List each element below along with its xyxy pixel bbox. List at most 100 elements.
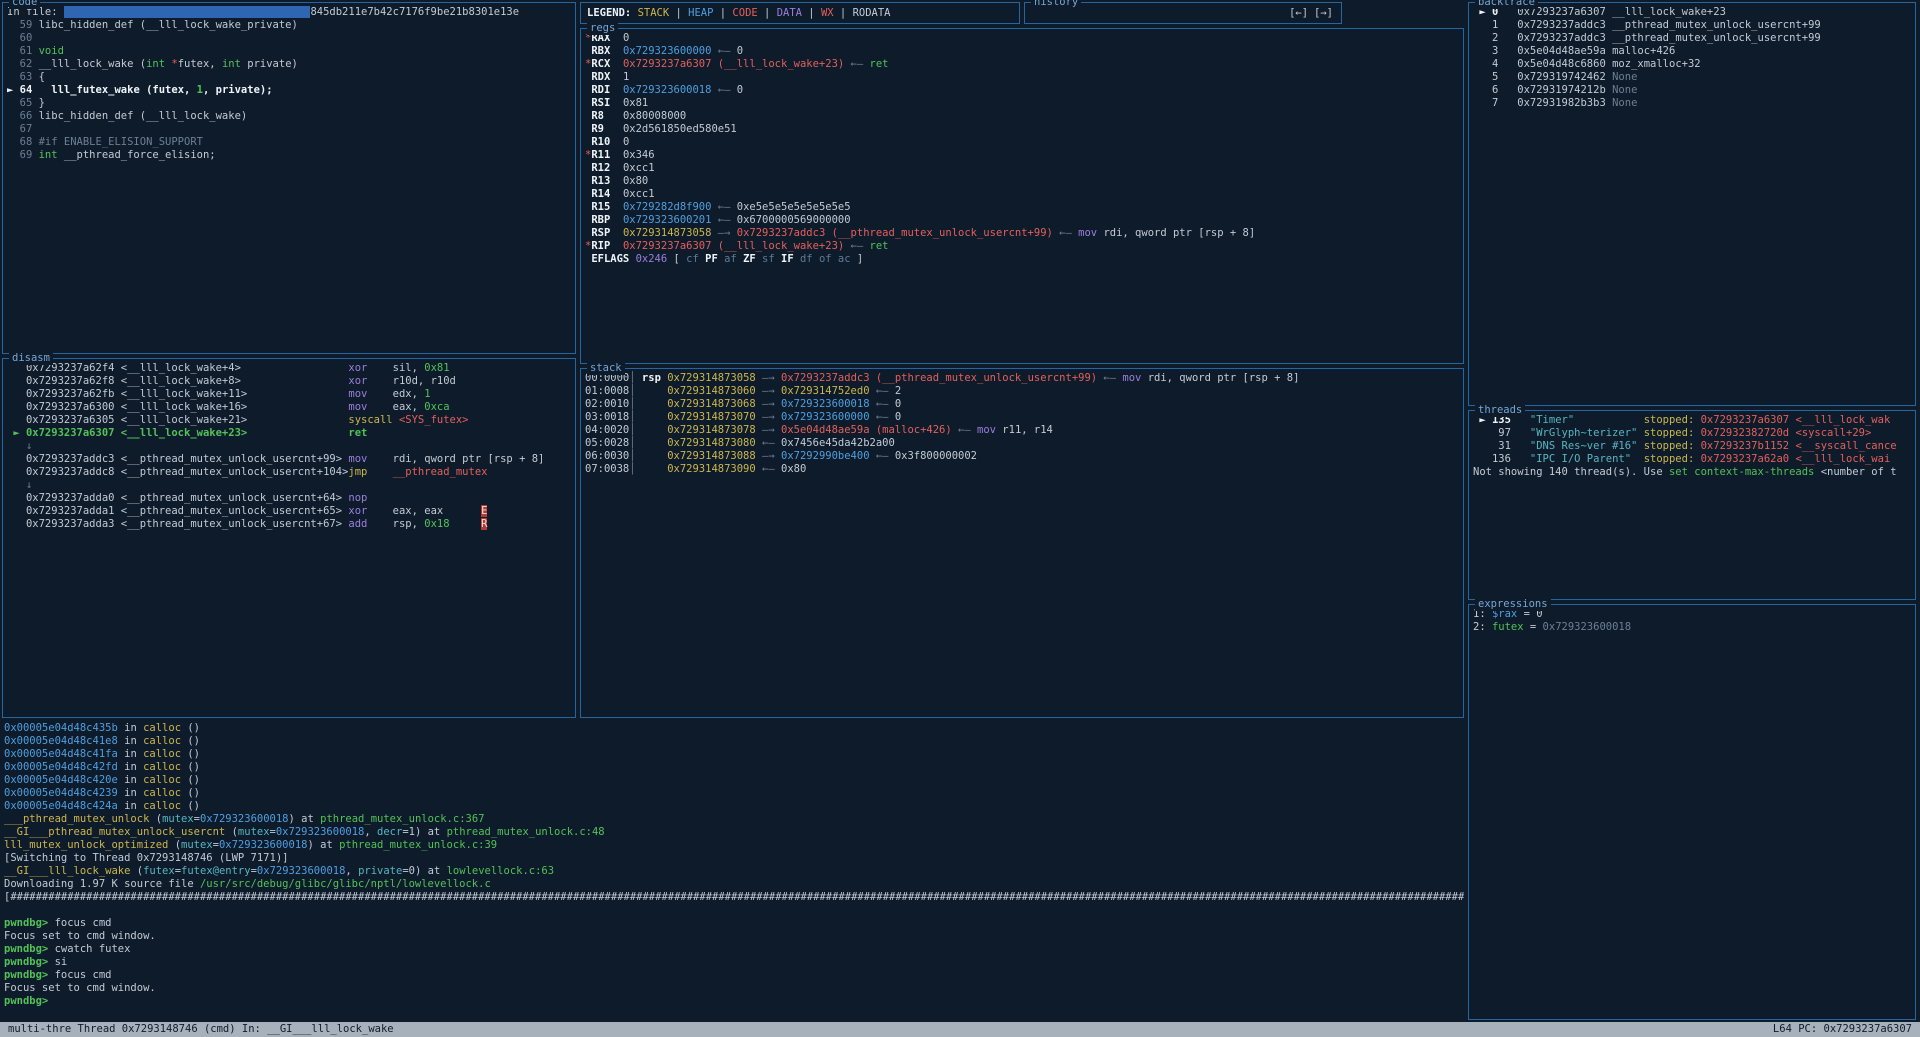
disassembly-view: 0x7293237a62f4 <__lll_lock_wake+4> xor s… [3, 359, 575, 717]
register-line: RDI 0x729323600018 ←— 0 [585, 84, 1459, 97]
output-line: 0x00005e04d48c41e8 in calloc () [4, 735, 1464, 748]
disassembly-line: 0x7293237adda0 <__pthread_mutex_unlock_u… [7, 492, 571, 505]
disassembly-line: 0x7293237a62f4 <__lll_lock_wake+4> xor s… [7, 362, 571, 375]
register-line: R13 0x80 [585, 175, 1459, 188]
disassembly-line: 0x7293237adda3 <__pthread_mutex_unlock_u… [7, 518, 571, 531]
backtrace-frame: 2 0x7293237addc3 __pthread_mutex_unlock_… [1473, 32, 1911, 45]
source-line: 67 [7, 123, 571, 136]
register-line: *RIP 0x7293237a6307 (__lll_lock_wake+23)… [585, 240, 1459, 253]
output-line: 0x00005e04d48c42fd in calloc () [4, 761, 1464, 774]
source-line: 62 __lll_lock_wake (int *futex, int priv… [7, 58, 571, 71]
register-line: *RAX 0 [585, 32, 1459, 45]
backtrace-frame: 3 0x5e04d48ae59a malloc+426 [1473, 45, 1911, 58]
expression-line: 2: futex = 0x729323600018 [1473, 621, 1911, 634]
register-line: R12 0xcc1 [585, 162, 1459, 175]
backtrace-panel: backtrace ► 0 0x7293237a6307 __lll_lock_… [1468, 2, 1916, 406]
register-line: *R11 0x346 [585, 149, 1459, 162]
stack-line: 06:0030│ 0x729314873088 —→ 0x7292990be40… [585, 450, 1459, 463]
register-line: R9 0x2d561850ed580e51 [585, 123, 1459, 136]
thread-line: 136 "IPC I/O Parent" stopped: 0x7293237a… [1473, 453, 1911, 466]
stack-view: 00:0000│ rsp 0x729314873058 —→ 0x7293237… [581, 369, 1463, 717]
thread-line: 31 "DNS Res~ver #16" stopped: 0x7293237b… [1473, 440, 1911, 453]
register-line: R8 0x80008000 [585, 110, 1459, 123]
stack-line: 07:0038│ 0x729314873090 ←— 0x80 [585, 463, 1459, 476]
stack-line: 05:0028│ 0x729314873080 ←— 0x7456e45da42… [585, 437, 1459, 450]
stack-line: 04:0020│ 0x729314873078 —→ 0x5e04d48ae59… [585, 424, 1459, 437]
thread-line: ► 135 "Timer" stopped: 0x7293237a6307 <_… [1473, 414, 1911, 427]
register-line: RSP 0x729314873058 —→ 0x7293237addc3 (__… [585, 227, 1459, 240]
legend-line: LEGEND: STACK | HEAP | CODE | DATA | WX … [581, 3, 1019, 24]
stack-line: 03:0018│ 0x729314873070 —→ 0x72932360000… [585, 411, 1459, 424]
expressions-view: 1: $rax = 02: futex = 0x729323600018 [1469, 605, 1915, 1019]
output-line: pwndbg> focus cmd [4, 969, 1464, 982]
backtrace-frame: 6 0x72931974212b None [1473, 84, 1911, 97]
register-line: R15 0x729282d8f900 ←— 0xe5e5e5e5e5e5e5e5 [585, 201, 1459, 214]
thread-line: 97 "WrGlyph~terizer" stopped: 0x72932382… [1473, 427, 1911, 440]
source-line: 60 [7, 32, 571, 45]
stack-line: 00:0000│ rsp 0x729314873058 —→ 0x7293237… [585, 372, 1459, 385]
output-line: pwndbg> cwatch futex [4, 943, 1464, 956]
source-line: In file: 845db211e7b42c7176f9be21b8301e1… [7, 6, 571, 19]
disassembly-line: 0x7293237a6300 <__lll_lock_wake+16> mov … [7, 401, 571, 414]
register-line: RBX 0x729323600000 ←— 0 [585, 45, 1459, 58]
register-line: *RCX 0x7293237a6307 (__lll_lock_wake+23)… [585, 58, 1459, 71]
output-line: 0x00005e04d48c41fa in calloc () [4, 748, 1464, 761]
output-line: Focus set to cmd window. [4, 982, 1464, 995]
legend-panel: LEGEND: STACK | HEAP | CODE | DATA | WX … [580, 2, 1020, 24]
disassembly-line: 0x7293237a62fb <__lll_lock_wake+11> mov … [7, 388, 571, 401]
source-line: 69 int __pthread_force_elision; [7, 149, 571, 162]
backtrace-frame: ► 0 0x7293237a6307 __lll_lock_wake+23 [1473, 6, 1911, 19]
registers-panel-title: regs [587, 22, 618, 35]
backtrace-panel-title: backtrace [1475, 0, 1538, 9]
output-line: 0x00005e04d48c4239 in calloc () [4, 787, 1464, 800]
register-line: RSI 0x81 [585, 97, 1459, 110]
thread-line: Not showing 140 thread(s). Use set conte… [1473, 466, 1911, 479]
backtrace-frame: 7 0x72931982b3b3 None [1473, 97, 1911, 110]
output-line: pwndbg> si [4, 956, 1464, 969]
output-line: ___pthread_mutex_unlock (mutex=0x7293236… [4, 813, 1464, 826]
backtrace-frame: 1 0x7293237addc3 __pthread_mutex_unlock_… [1473, 19, 1911, 32]
output-line: Focus set to cmd window. [4, 930, 1464, 943]
history-back-button[interactable]: [←] [1289, 7, 1308, 20]
stack-line: 02:0010│ 0x729314873068 —→ 0x72932360001… [585, 398, 1459, 411]
register-line: RBP 0x729323600201 ←— 0x6700000569000000 [585, 214, 1459, 227]
output-line: [Switching to Thread 0x7293148746 (LWP 7… [4, 852, 1464, 865]
output-line [4, 904, 1464, 917]
output-line: Downloading 1.97 K source file /usr/src/… [4, 878, 1464, 891]
disassembly-line: ► 0x7293237a6307 <__lll_lock_wake+23> re… [7, 427, 571, 440]
disassembly-line: 0x7293237a62f8 <__lll_lock_wake+8> xor r… [7, 375, 571, 388]
output-line: __GI___lll_lock_wake (futex=futex@entry=… [4, 865, 1464, 878]
history-panel-title: history [1031, 0, 1081, 9]
disassembly-line: 0x7293237a6305 <__lll_lock_wake+21> sysc… [7, 414, 571, 427]
status-bar-left: multi-thre Thread 0x7293148746 (cmd) In:… [8, 1022, 394, 1037]
history-forward-button[interactable]: [→] [1314, 7, 1333, 20]
backtrace-view: ► 0 0x7293237a6307 __lll_lock_wake+23 1 … [1469, 3, 1915, 405]
output-line: 0x00005e04d48c420e in calloc () [4, 774, 1464, 787]
disassembly-line: ↓ [7, 479, 571, 492]
output-line: 0x00005e04d48c435b in calloc () [4, 722, 1464, 735]
code-panel: code In file: 845db211e7b42c7176f9be21b8… [2, 2, 576, 354]
backtrace-frame: 4 0x5e04d48c6860 moz_xmalloc+32 [1473, 58, 1911, 71]
status-bar-right: L64 PC: 0x7293237a6307 [1773, 1022, 1912, 1037]
gdb-output: 0x00005e04d48c435b in calloc ()0x00005e0… [4, 722, 1464, 1020]
expressions-panel-title: expressions [1475, 598, 1551, 611]
source-line: 65 } [7, 97, 571, 110]
registers-view: *RAX 0 RBX 0x729323600000 ←— 0*RCX 0x729… [581, 29, 1463, 363]
source-line: 63 { [7, 71, 571, 84]
output-line: [#######################################… [4, 891, 1464, 904]
disassembly-panel-title: disasm [9, 352, 53, 365]
source-line: 68 #if ENABLE_ELISION_SUPPORT [7, 136, 571, 149]
output-line: __GI___pthread_mutex_unlock_usercnt (mut… [4, 826, 1464, 839]
disassembly-panel: disasm 0x7293237a62f4 <__lll_lock_wake+4… [2, 358, 576, 718]
pwndbg-terminal: code In file: 845db211e7b42c7176f9be21b8… [0, 0, 1920, 1037]
source-code-view: In file: 845db211e7b42c7176f9be21b8301e1… [3, 3, 575, 353]
source-line: 59 libc_hidden_def (__lll_lock_wake_priv… [7, 19, 571, 32]
register-line: R10 0 [585, 136, 1459, 149]
register-line: RDX 1 [585, 71, 1459, 84]
expressions-panel: expressions 1: $rax = 02: futex = 0x7293… [1468, 604, 1916, 1020]
disassembly-line: ↓ [7, 440, 571, 453]
history-panel: history [←] [→] [1024, 2, 1342, 24]
register-line: EFLAGS 0x246 [ cf PF af ZF sf IF df of a… [585, 253, 1459, 266]
output-line: pwndbg> focus cmd [4, 917, 1464, 930]
command-prompt[interactable]: pwndbg> [4, 995, 1464, 1008]
